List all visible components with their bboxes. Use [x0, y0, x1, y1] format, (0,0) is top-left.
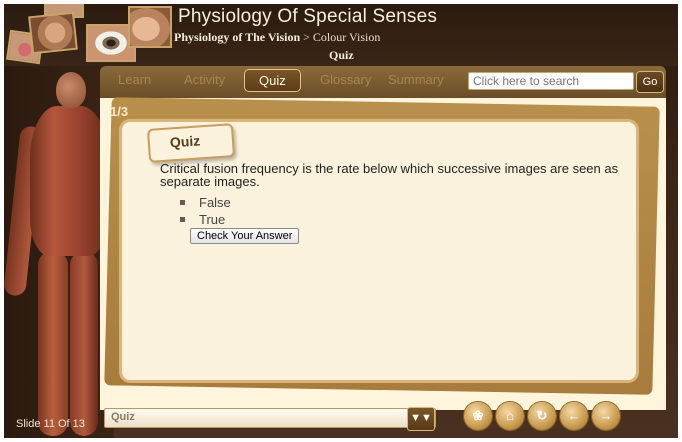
home-icon[interactable]: ⌂: [496, 402, 524, 430]
breadcrumb-sub: Colour Vision: [312, 30, 381, 44]
anatomy-figure: [4, 66, 114, 438]
question-text: Critical fusion frequency is the rate be…: [160, 161, 619, 189]
next-icon[interactable]: →: [592, 402, 620, 430]
breadcrumb: Physiology of The Vision > Colour Vision: [174, 30, 380, 45]
tab-activity[interactable]: Activity: [184, 72, 225, 87]
content-area: 1/3 Quiz Critical fusion frequency is th…: [100, 97, 666, 410]
app-frame: Physiology Of Special Senses Physiology …: [4, 4, 678, 438]
option-true[interactable]: True: [180, 211, 231, 228]
figure-torso: [30, 106, 108, 256]
bullet-icon: [180, 200, 185, 205]
option-label: True: [199, 212, 226, 227]
figure-leg-right: [70, 251, 98, 436]
tab-glossary[interactable]: Glossary: [320, 72, 371, 87]
answer-options: False True: [180, 194, 231, 228]
tab-summary[interactable]: Summary: [388, 72, 444, 87]
app-title: Physiology Of Special Senses: [178, 6, 438, 27]
tab-quiz[interactable]: Quiz: [244, 69, 301, 92]
breadcrumb-separator: >: [300, 30, 313, 44]
section-title: Quiz: [329, 48, 354, 62]
header: Physiology Of Special Senses Physiology …: [4, 4, 678, 66]
chevron-down-icon[interactable]: ▼▼: [407, 407, 435, 431]
refresh-icon[interactable]: ↻: [528, 402, 556, 430]
search-input[interactable]: [468, 72, 634, 90]
option-false[interactable]: False: [180, 194, 231, 211]
ear-thumbnail-icon: [28, 11, 78, 55]
figure-leg-left: [38, 251, 68, 436]
slide-counter: Slide 11 Of 13: [16, 418, 85, 430]
tab-learn[interactable]: Learn: [118, 72, 151, 87]
nav-bar: Learn Activity Quiz Glossary Summary Go: [100, 66, 666, 98]
figure-head: [56, 72, 86, 108]
question-counter: 1/3: [110, 104, 129, 119]
check-answer-button[interactable]: Check Your Answer: [190, 228, 300, 244]
option-label: False: [199, 195, 231, 210]
breadcrumb-main: Physiology of The Vision: [174, 30, 301, 44]
glossary-icon[interactable]: ❀: [464, 402, 492, 430]
back-icon[interactable]: ←: [560, 402, 588, 430]
go-button[interactable]: Go: [636, 71, 664, 93]
quiz-tab-text: Quiz: [169, 132, 201, 151]
topic-select-value: Quiz: [111, 411, 135, 423]
quiz-tab-label: Quiz: [146, 123, 236, 163]
nose-thumbnail-icon: [128, 6, 172, 48]
topic-select[interactable]: Quiz ▼▼: [104, 407, 436, 431]
bullet-icon: [180, 217, 185, 222]
